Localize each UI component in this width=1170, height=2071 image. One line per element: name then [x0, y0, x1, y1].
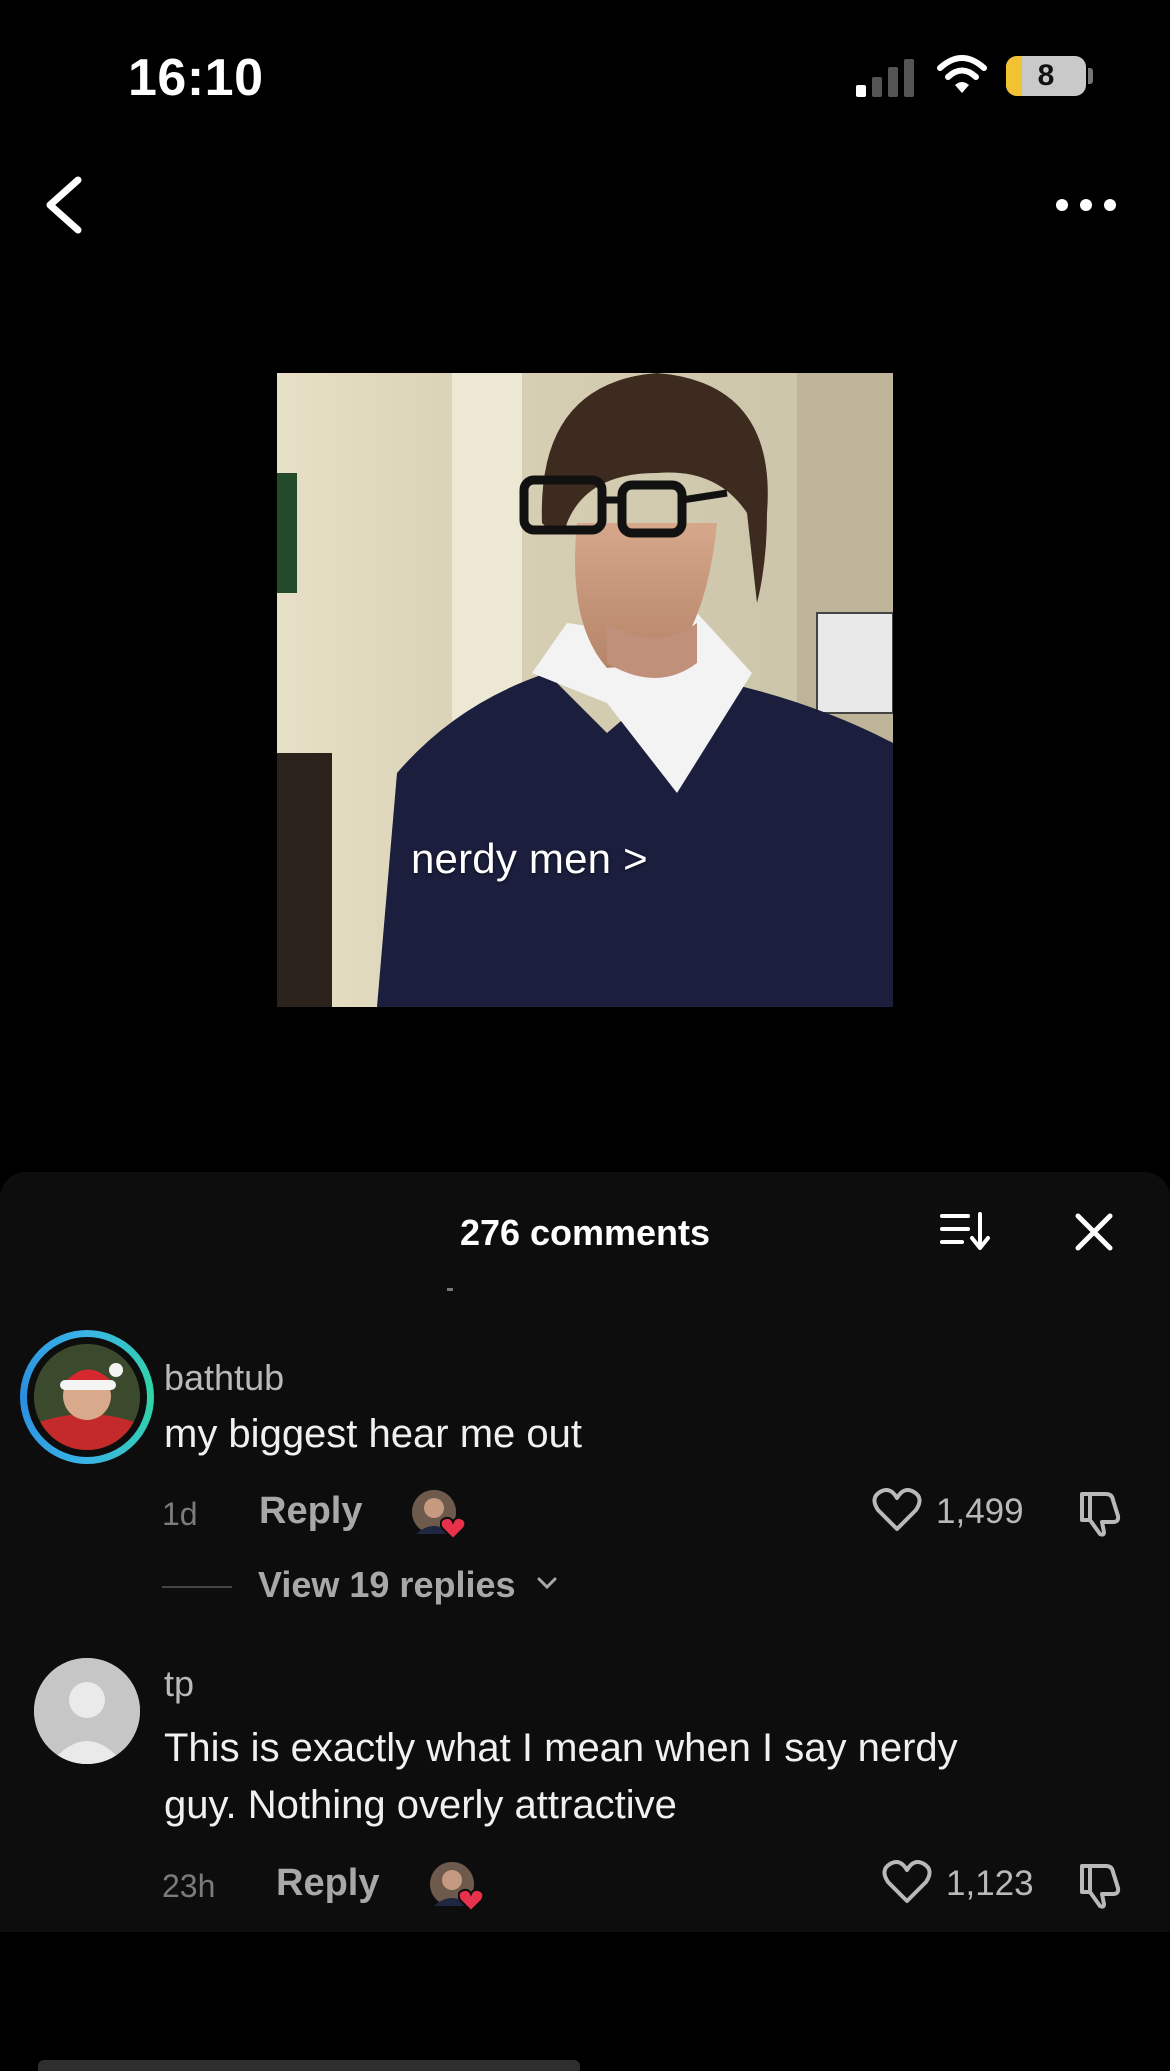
creator-liked-badge	[412, 1490, 466, 1540]
close-icon[interactable]	[1072, 1210, 1116, 1254]
drag-indicator	[447, 1288, 453, 1291]
reply-button[interactable]: Reply	[276, 1862, 379, 1905]
bottom-input-bar[interactable]	[38, 2060, 580, 2071]
comment-timestamp: 1d	[162, 1496, 198, 1532]
dislike-icon[interactable]	[1076, 1488, 1126, 1538]
like-count: 1,499	[936, 1492, 1024, 1531]
like-heart-icon[interactable]	[882, 1858, 932, 1906]
heart-icon	[440, 1516, 466, 1540]
chevron-down-icon	[537, 1577, 557, 1590]
cellular-signal-icon	[856, 57, 914, 97]
ellipsis-icon	[1056, 199, 1068, 211]
reply-button[interactable]: Reply	[259, 1490, 362, 1533]
like-heart-icon[interactable]	[872, 1486, 922, 1534]
battery-icon: 8	[1006, 56, 1086, 96]
like-count: 1,123	[946, 1864, 1034, 1903]
comment-username[interactable]: tp	[164, 1663, 194, 1705]
more-options-button[interactable]	[1052, 190, 1120, 220]
creator-liked-badge	[430, 1862, 484, 1912]
comments-count-title: 276 comments	[459, 1212, 711, 1253]
sort-icon[interactable]	[938, 1210, 992, 1252]
comment-text-line-2: guy. Nothing overly attractive	[164, 1783, 677, 1827]
video-player[interactable]: nerdy men >	[277, 373, 893, 1007]
status-time: 16:10	[128, 49, 264, 107]
heart-icon	[458, 1888, 484, 1912]
avatar[interactable]	[34, 1344, 140, 1450]
battery-level: 8	[1037, 59, 1055, 92]
comment-timestamp: 23h	[162, 1868, 216, 1904]
dislike-icon[interactable]	[1076, 1860, 1126, 1910]
view-replies-label: View 19 replies	[258, 1564, 516, 1605]
wifi-icon	[937, 55, 987, 93]
video-caption: nerdy men >	[411, 835, 648, 882]
comment-text: my biggest hear me out	[164, 1412, 582, 1456]
comment-text-line-1: This is exactly what I mean when I say n…	[164, 1726, 958, 1770]
back-button[interactable]	[40, 172, 90, 238]
video-frame-image	[277, 373, 893, 1007]
avatar[interactable]	[34, 1658, 140, 1764]
battery-tip	[1088, 68, 1093, 84]
default-avatar-icon	[34, 1658, 140, 1764]
comment-username[interactable]: bathtub	[164, 1357, 284, 1399]
